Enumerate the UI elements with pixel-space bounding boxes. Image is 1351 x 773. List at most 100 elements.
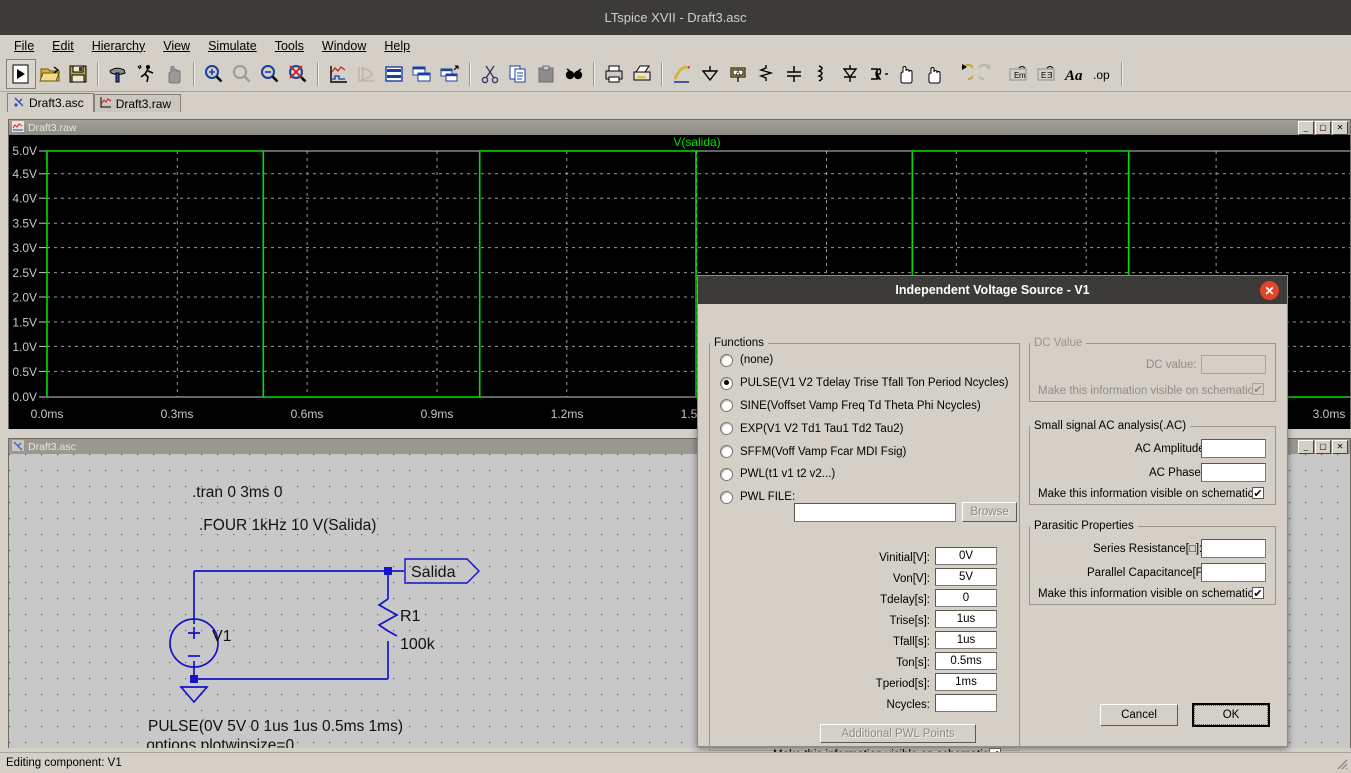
redo-icon[interactable] [976,60,1004,88]
print-preview-icon[interactable] [628,60,656,88]
menu-view[interactable]: View [154,37,199,55]
schematic-maximize-button[interactable]: ▢ [1315,439,1331,454]
fft-icon[interactable] [352,60,380,88]
zoom-fit-icon[interactable] [284,60,312,88]
paste-icon[interactable] [532,60,560,88]
radio-sffm[interactable]: SFFM(Voff Vamp Fcar MDI Fsig) [710,440,1019,463]
resistor-icon[interactable] [752,60,780,88]
series-resistance-input[interactable] [1201,539,1266,558]
ncycles-input[interactable] [935,694,997,712]
text-icon[interactable]: Aa [1060,60,1088,88]
radio-pulse-button[interactable] [720,376,733,390]
r1-label[interactable]: R1 [400,608,421,625]
r1-value[interactable]: 100k [400,636,436,653]
mirror-icon[interactable]: E m [1004,60,1032,88]
svg-text:.op: .op [1093,68,1110,82]
pwl-file-input[interactable] [794,503,956,522]
tperiod-input[interactable]: 1ms [935,673,997,691]
options-spice-text[interactable]: .options plotwinsize=0 [142,737,294,748]
additional-pwl-points-button[interactable]: Additional PWL Points [820,724,976,743]
parasitic-visible-checkbox[interactable]: ✔ [1252,587,1264,599]
zoom-out-icon[interactable] [256,60,284,88]
radio-none-button[interactable] [720,353,733,367]
radio-sine[interactable]: SINE(Voffset Vamp Freq Td Theta Phi Ncyc… [710,395,1019,418]
von-label: Von[V]: [892,573,930,585]
copy-icon[interactable] [504,60,532,88]
zoom-area-icon[interactable] [228,60,256,88]
dc-visible-checkbox[interactable]: ✔ [1252,383,1264,395]
undo-icon[interactable] [948,60,976,88]
toolbar-separator [317,62,319,86]
resize-grip-icon[interactable] [1334,756,1348,770]
menu-simulate[interactable]: Simulate [199,37,266,55]
plot-maximize-button[interactable]: ▢ [1315,120,1331,135]
ground-icon[interactable] [696,60,724,88]
radio-sine-button[interactable] [720,399,733,413]
open-folder-icon[interactable] [36,60,64,88]
move-icon[interactable] [892,60,920,88]
plot-close-button[interactable]: ✕ [1332,120,1348,135]
tab-draft3-asc[interactable]: Draft3.asc [7,93,94,112]
menu-tools[interactable]: Tools [266,37,313,55]
component-icon[interactable] [864,60,892,88]
find-icon[interactable] [560,60,588,88]
rotate-icon[interactable]: E Ǝ [1032,60,1060,88]
inductor-icon[interactable] [808,60,836,88]
browse-button[interactable]: Browse [962,502,1017,522]
capacitor-icon[interactable] [780,60,808,88]
source-spice-text[interactable]: PULSE(0V 5V 0 1us 1us 0.5ms 1ms) [148,718,403,735]
schematic-close-button[interactable]: ✕ [1332,439,1348,454]
v1-label[interactable]: V1 [212,628,232,645]
radio-sffm-button[interactable] [720,445,733,459]
ton-input[interactable]: 0.5ms [935,652,997,670]
dc-value-input[interactable] [1201,355,1266,374]
radio-exp[interactable]: EXP(V1 V2 Td1 Tau1 Td2 Tau2) [710,417,1019,440]
cut-icon[interactable] [476,60,504,88]
waveform-icon[interactable] [324,60,352,88]
cancel-button[interactable]: Cancel [1100,704,1178,726]
radio-pwl[interactable]: PWL(t1 v1 t2 v2...) [710,463,1019,486]
radio-exp-button[interactable] [720,422,733,436]
menu-hierarchy[interactable]: Hierarchy [83,37,155,55]
radio-none[interactable]: (none) [710,349,1019,372]
schematic-minimize-button[interactable]: _ [1298,439,1314,454]
save-icon[interactable] [64,60,92,88]
menu-file[interactable]: File [5,37,43,55]
hammer-build-icon[interactable] [104,60,132,88]
zoom-in-icon[interactable] [200,60,228,88]
stop-hand-icon[interactable] [160,60,188,88]
print-icon[interactable] [600,60,628,88]
menu-window[interactable]: Window [313,37,375,55]
ac-amplitude-input[interactable] [1201,439,1266,458]
close-icon[interactable]: ✕ [1260,281,1279,300]
ac-phase-input[interactable] [1201,463,1266,482]
directive-tran[interactable]: .tran 0 3ms 0 [192,484,283,501]
tab-draft3-raw[interactable]: Draft3.raw [93,94,182,112]
tdelay-input[interactable]: 0 [935,589,997,607]
ok-button[interactable]: OK [1192,703,1270,727]
label-net-icon[interactable]: A [724,60,752,88]
menu-help[interactable]: Help [375,37,419,55]
vinitial-input[interactable]: 0V [935,547,997,565]
run-icon[interactable] [6,59,36,89]
toolbar-separator [1121,62,1123,86]
directive-four[interactable]: .FOUR 1kHz 10 V(Salida) [199,517,376,534]
drag-icon[interactable] [920,60,948,88]
plot-minimize-button[interactable]: _ [1298,120,1314,135]
running-man-icon[interactable] [132,60,160,88]
parallel-capacitance-input[interactable] [1201,563,1266,582]
von-input[interactable]: 5V [935,568,997,586]
tile-cascade-icon[interactable] [436,60,464,88]
radio-pulse[interactable]: PULSE(V1 V2 Tdelay Trise Tfall Ton Perio… [710,372,1019,395]
radio-pwl-file-button[interactable] [720,490,733,504]
draw-wire-icon[interactable] [668,60,696,88]
menu-edit[interactable]: Edit [43,37,83,55]
op-point-icon[interactable]: .op [1088,60,1116,88]
diode-icon[interactable] [836,60,864,88]
tfall-input[interactable]: 1us [935,631,997,649]
trise-input[interactable]: 1us [935,610,997,628]
radio-pwl-button[interactable] [720,467,733,481]
ac-visible-checkbox[interactable]: ✔ [1252,487,1264,499]
tile-horizontal-icon[interactable] [408,60,436,88]
netlist-icon[interactable] [380,60,408,88]
